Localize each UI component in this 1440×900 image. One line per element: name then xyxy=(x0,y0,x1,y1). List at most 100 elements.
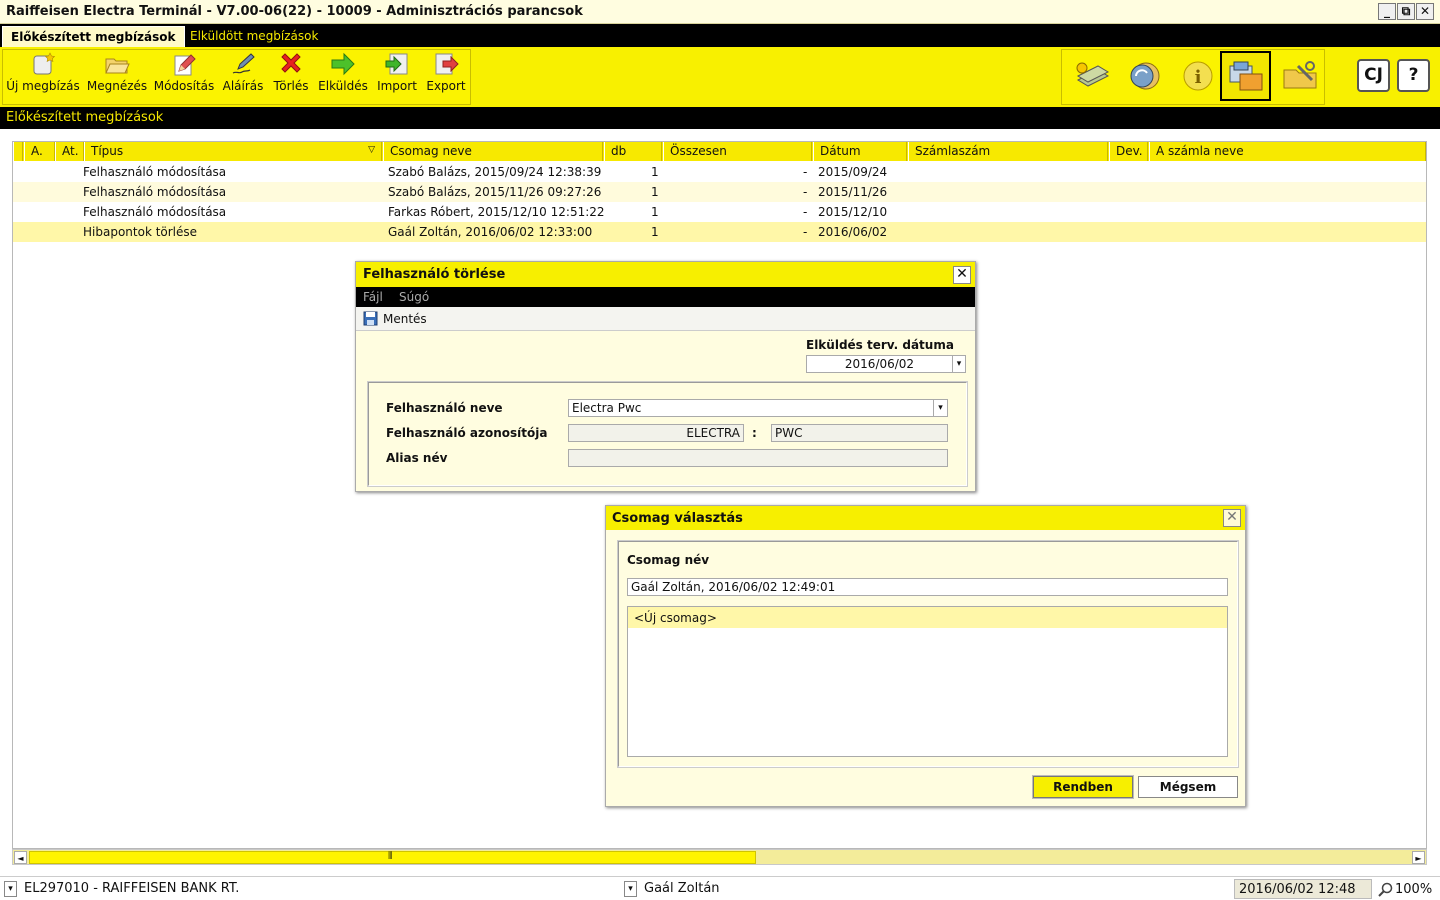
user-delete-dialog: Felhasználó törlése ✕ Fájl Súgó Mentés E… xyxy=(355,261,976,492)
package-name-label: Csomag név xyxy=(627,553,710,567)
cell-tipus: Hibapontok törlése xyxy=(83,225,198,239)
cell-tipus: Felhasználó módosítása xyxy=(83,205,227,219)
cell-tipus: Felhasználó módosítása xyxy=(83,165,227,179)
status-bar: ▾ EL297010 - RAIFFEISEN BANK RT. ▾ Gaál … xyxy=(0,876,1440,900)
fullscreen-button[interactable]: CJ xyxy=(1357,59,1390,92)
scroll-right-arrow-icon[interactable]: ► xyxy=(1412,851,1425,864)
send-button[interactable]: Elküldés xyxy=(316,51,370,93)
window-title: Raiffeisen Electra Terminál - V7.00-06(2… xyxy=(6,4,583,19)
package-name-input[interactable]: Gaál Zoltán, 2016/06/02 12:49:01 xyxy=(627,578,1228,596)
scroll-left-arrow-icon[interactable]: ◄ xyxy=(14,851,27,864)
cell-datum: 2015/09/24 xyxy=(818,165,888,179)
scroll-thumb[interactable]: ⦀ xyxy=(29,851,756,864)
sort-down-icon: ▽ xyxy=(368,145,375,155)
header-cell-osszesen[interactable]: Összesen xyxy=(663,142,812,161)
header-cell-csomag[interactable]: Csomag neve xyxy=(383,142,603,161)
dialog-title-bar: Felhasználó törlése xyxy=(356,262,975,287)
cell-osszesen: - xyxy=(803,165,808,179)
scroll-grip-icon: ⦀ xyxy=(388,851,393,862)
info-icon: i xyxy=(1183,61,1213,91)
package-list[interactable]: <Új csomag> xyxy=(627,606,1228,757)
bank-dropdown-icon[interactable]: ▾ xyxy=(4,881,17,897)
admin-module-button[interactable] xyxy=(1220,51,1271,101)
save-button[interactable]: Mentés xyxy=(363,311,427,326)
user-id-field-2: PWC xyxy=(771,424,948,442)
admin-icon xyxy=(1229,61,1262,91)
horizontal-scrollbar[interactable]: ◄ ⦀ ► xyxy=(12,849,1427,865)
user-name-select[interactable]: Electra Pwc xyxy=(568,399,948,417)
table-row[interactable]: Felhasználó módosítása Szabó Balázs, 201… xyxy=(13,182,1426,202)
header-cell-dev[interactable]: Dev. xyxy=(1109,142,1148,161)
send-date-field[interactable]: 2016/06/02 xyxy=(806,355,966,373)
currency-exchange-icon xyxy=(1130,62,1160,90)
tools-module-button[interactable] xyxy=(1276,51,1324,101)
header-cell-datum[interactable]: Dátum xyxy=(813,142,907,161)
header-cell-tipus[interactable]: Típus ▽ xyxy=(84,142,382,161)
bank-selector[interactable]: EL297010 - RAIFFEISEN BANK RT. xyxy=(20,879,618,899)
date-dropdown-icon[interactable]: ▾ xyxy=(952,356,965,372)
modify-button[interactable]: Módosítás xyxy=(153,51,215,93)
new-order-button[interactable]: Új megbízás xyxy=(6,51,80,93)
currency-module-button[interactable] xyxy=(1120,51,1168,101)
info-module-button[interactable]: i xyxy=(1172,51,1220,101)
tab-prepared-orders[interactable]: Előkészített megbízások xyxy=(2,26,185,47)
table-row-selected[interactable]: Hibapontok törlése Gaál Zoltán, 2016/06/… xyxy=(13,222,1426,242)
user-selector[interactable]: Gaál Zoltán xyxy=(640,879,1230,899)
user-id-separator: : xyxy=(752,426,757,440)
cell-osszesen: - xyxy=(803,205,808,219)
cell-db: 1 xyxy=(651,205,659,219)
ok-button[interactable]: Rendben xyxy=(1032,775,1134,799)
sign-pen-icon xyxy=(232,53,255,74)
help-button[interactable]: ? xyxy=(1397,59,1430,92)
money-icon xyxy=(1076,62,1110,87)
list-item[interactable]: <Új csomag> xyxy=(628,607,1227,628)
cell-db: 1 xyxy=(651,165,659,179)
money-module-button[interactable] xyxy=(1068,51,1116,101)
title-bar: Raiffeisen Electra Terminál - V7.00-06(2… xyxy=(0,0,1440,24)
cell-csomag: Szabó Balázs, 2015/09/24 12:38:39 xyxy=(388,165,602,179)
cell-csomag: Farkas Róbert, 2015/12/10 12:51:22 xyxy=(388,205,605,219)
cell-osszesen: - xyxy=(803,185,808,199)
user-id-field-1: ELECTRA xyxy=(568,424,744,442)
cancel-button[interactable]: Mégsem xyxy=(1138,776,1238,798)
user-dropdown-icon[interactable]: ▾ xyxy=(624,881,637,897)
cell-db: 1 xyxy=(651,225,659,239)
header-cell-db[interactable]: db xyxy=(604,142,662,161)
header-cell-empty xyxy=(13,142,23,161)
dialog-close-button[interactable]: ✕ xyxy=(953,266,971,284)
header-cell-szamla-neve[interactable]: A számla neve xyxy=(1149,142,1426,161)
alias-field[interactable] xyxy=(568,449,948,467)
header-cell-at[interactable]: At. xyxy=(55,142,84,161)
close-window-button[interactable]: ✕ xyxy=(1416,3,1434,20)
header-cell-szamlaszam[interactable]: Számlaszám xyxy=(908,142,1108,161)
date-time-display: 2016/06/02 12:48 xyxy=(1234,879,1372,899)
export-icon xyxy=(435,53,459,75)
table-row[interactable]: Felhasználó módosítása Farkas Róbert, 20… xyxy=(13,202,1426,222)
package-select-dialog: Csomag választás ✕ Csomag név Gaál Zoltá… xyxy=(605,505,1246,807)
svg-text:i: i xyxy=(1195,67,1202,88)
user-id-label: Felhasználó azonosítója xyxy=(386,426,548,440)
cell-csomag: Szabó Balázs, 2015/11/26 09:27:26 xyxy=(388,185,602,199)
header-cell-a[interactable]: A. xyxy=(24,142,55,161)
delete-button[interactable]: Törlés xyxy=(270,51,312,93)
zoom-control[interactable]: 100% xyxy=(1374,879,1438,899)
user-name-dropdown-icon[interactable]: ▾ xyxy=(933,400,947,416)
export-button[interactable]: Export xyxy=(424,51,468,93)
dialog-title-bar: Csomag választás xyxy=(606,506,1245,530)
menu-file[interactable]: Fájl xyxy=(363,290,383,304)
section-title: Előkészített megbízások xyxy=(0,107,1440,129)
minimize-button[interactable]: _ xyxy=(1378,3,1396,20)
menu-help[interactable]: Súgó xyxy=(399,290,429,304)
dialog-close-button[interactable]: ✕ xyxy=(1223,509,1241,527)
restore-button[interactable]: ⧉ xyxy=(1397,3,1415,20)
sign-button[interactable]: Aláírás xyxy=(220,51,266,93)
cell-datum: 2015/11/26 xyxy=(818,185,888,199)
cell-db: 1 xyxy=(651,185,659,199)
view-button[interactable]: Megnézés xyxy=(86,51,148,93)
tab-sent-orders[interactable]: Elküldött megbízások xyxy=(182,26,326,47)
dialog-title: Csomag választás xyxy=(612,511,743,526)
cell-tipus: Felhasználó módosítása xyxy=(83,185,227,199)
import-button[interactable]: Import xyxy=(374,51,420,93)
table-row[interactable]: Felhasználó módosítása Szabó Balázs, 201… xyxy=(13,162,1426,182)
cell-osszesen: - xyxy=(803,225,808,239)
